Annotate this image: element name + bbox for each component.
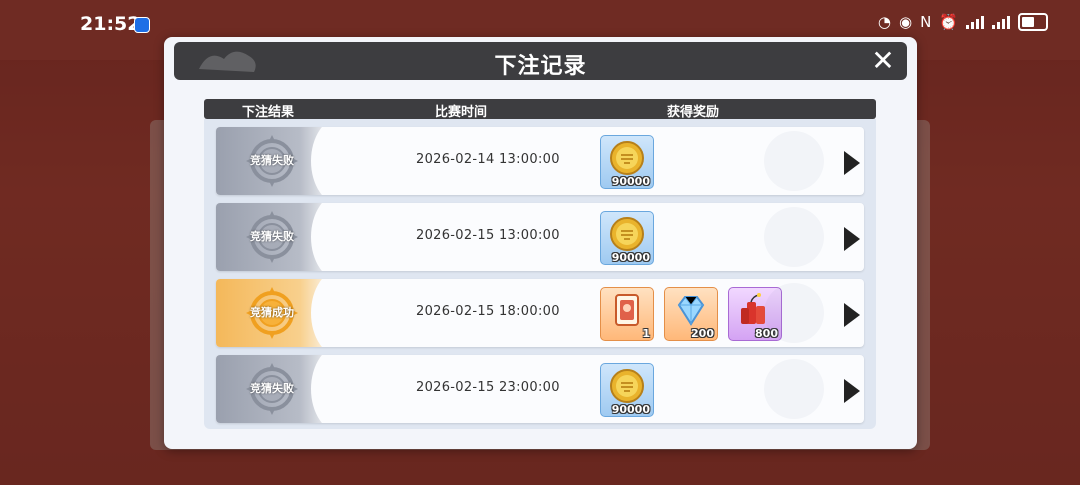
card-icon — [609, 292, 645, 328]
header-reward: 获得奖励 — [667, 105, 720, 120]
result-label: 竞猜成功 — [250, 306, 294, 319]
close-button[interactable]: ✕ — [869, 47, 897, 75]
result-label: 竞猜失败 — [250, 230, 294, 243]
reward-list: 90000 — [600, 211, 654, 265]
reward-item[interactable]: 90000 — [600, 363, 654, 417]
reward-quantity: 90000 — [611, 175, 650, 188]
row-expand-arrow-icon[interactable] — [844, 379, 860, 403]
speed-icon: ◔ — [877, 13, 891, 31]
badge-curve — [311, 127, 371, 195]
match-time: 2026-02-15 23:00:00 — [416, 380, 560, 395]
reward-item[interactable]: 200 — [664, 287, 718, 341]
dialog-titlebar: 下注记录 ✕ — [174, 42, 907, 80]
row-expand-arrow-icon[interactable] — [844, 303, 860, 327]
bet-history-dialog: 下注记录 ✕ 下注结果 比赛时间 获得奖励 竞猜失败 2026-02-14 13… — [164, 37, 917, 449]
bet-record-row-2[interactable]: 竞猜失败 2026-02-15 13:00:00 90000 — [216, 203, 864, 271]
signal-icon — [966, 15, 984, 29]
row-watermark — [764, 359, 824, 419]
reward-list: 90000 — [600, 363, 654, 417]
result-label: 竞猜失败 — [250, 154, 294, 167]
battery-icon — [1018, 13, 1048, 31]
header-result: 下注结果 — [242, 105, 295, 120]
reward-quantity: 90000 — [611, 251, 650, 264]
row-watermark — [764, 207, 824, 267]
reward-quantity: 90000 — [611, 403, 650, 416]
badge-curve — [311, 355, 371, 423]
reward-item[interactable]: 1 — [600, 287, 654, 341]
gold-coin-icon — [609, 368, 645, 404]
status-time: 21:52 — [80, 13, 141, 35]
row-expand-arrow-icon[interactable] — [844, 227, 860, 251]
status-icons: ◔ ◉ N ⏰ — [878, 13, 1048, 31]
reward-quantity: 200 — [691, 327, 714, 340]
gold-coin-icon — [609, 216, 645, 252]
row-watermark — [764, 283, 824, 343]
diamond-icon — [673, 292, 709, 328]
alarm-icon: ⏰ — [939, 13, 958, 31]
nfc-icon: N — [920, 13, 932, 31]
dialog-title: 下注记录 — [494, 54, 587, 79]
reward-item[interactable]: 90000 — [600, 211, 654, 265]
badge-curve — [311, 203, 371, 271]
signal-icon — [992, 15, 1010, 29]
bet-record-row-4[interactable]: 竞猜失败 2026-02-15 23:00:00 90000 — [216, 355, 864, 423]
close-icon: ✕ — [871, 44, 895, 77]
table-header: 下注结果 比赛时间 获得奖励 — [204, 99, 876, 120]
badge-curve — [311, 279, 371, 347]
eye-icon: ◉ — [898, 13, 913, 31]
header-time: 比赛时间 — [435, 105, 488, 120]
reward-list: 90000 — [600, 135, 654, 189]
reward-quantity: 1 — [642, 327, 650, 340]
app-notification-icon — [134, 17, 150, 33]
row-expand-arrow-icon[interactable] — [844, 151, 860, 175]
bet-record-list[interactable]: 竞猜失败 2026-02-14 13:00:00 90000 竞猜失败 2026… — [204, 119, 876, 429]
match-time: 2026-02-15 13:00:00 — [416, 228, 560, 243]
row-watermark — [764, 131, 824, 191]
match-time: 2026-02-14 13:00:00 — [416, 152, 560, 167]
match-time: 2026-02-15 18:00:00 — [416, 304, 560, 319]
reward-item[interactable]: 90000 — [600, 135, 654, 189]
bet-record-row-1[interactable]: 竞猜失败 2026-02-14 13:00:00 90000 — [216, 127, 864, 195]
result-label: 竞猜失败 — [250, 382, 294, 395]
gold-coin-icon — [609, 140, 645, 176]
reward-list: 1 200 800 — [600, 287, 782, 341]
bet-record-row-3[interactable]: 竞猜成功 2026-02-15 18:00:00 1 200 800 — [216, 279, 864, 347]
